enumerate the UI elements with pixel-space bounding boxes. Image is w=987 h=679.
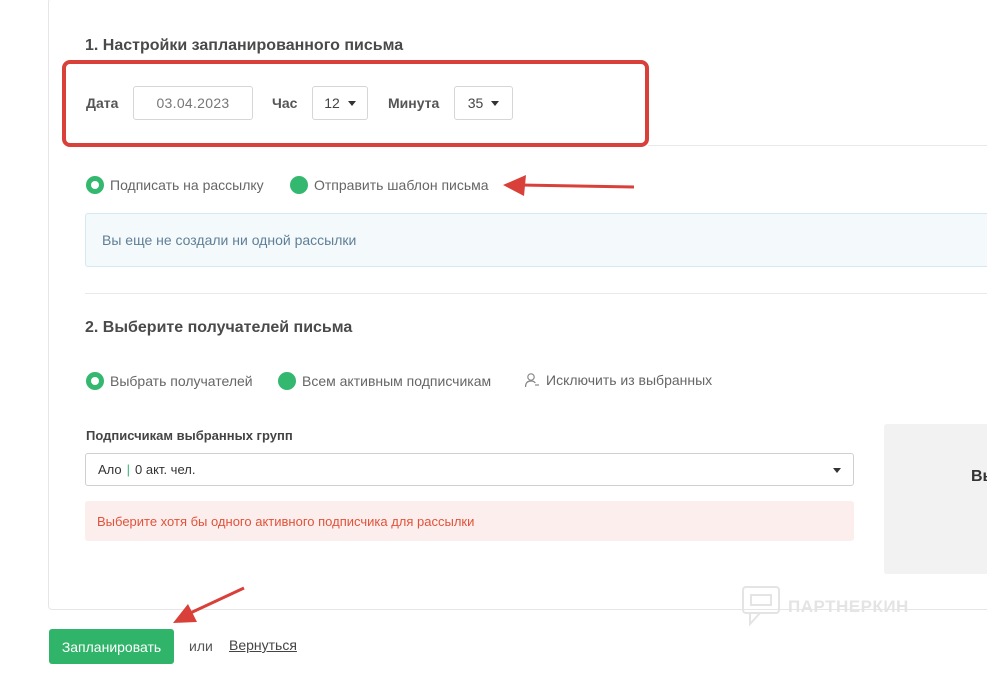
schedule-button[interactable]: Запланировать bbox=[49, 629, 174, 664]
groups-label: Подписчикам выбранных групп bbox=[86, 428, 293, 443]
exclude-selected-label: Исключить из выбранных bbox=[546, 372, 713, 388]
radio-subscribe-label: Подписать на рассылку bbox=[110, 177, 264, 193]
watermark-text: ПАРТНЕРКИН bbox=[788, 597, 909, 616]
side-panel: Вы bbox=[884, 424, 987, 574]
radio-send-template-label: Отправить шаблон письма bbox=[314, 177, 489, 193]
section-1-title: 1. Настройки запланированного письма bbox=[85, 37, 404, 54]
no-mailings-info: Вы еще не создали ни одной рассылки bbox=[85, 213, 987, 267]
info-message: Вы еще не создали ни одной рассылки bbox=[102, 232, 357, 248]
radio-unchecked-icon bbox=[278, 372, 296, 390]
radio-checked-icon bbox=[86, 372, 104, 390]
person-exclude-icon bbox=[524, 373, 539, 388]
group-name: Ало bbox=[98, 462, 122, 477]
groups-select[interactable]: Ало | 0 акт. чел. bbox=[85, 453, 854, 486]
radio-checked-icon bbox=[86, 176, 104, 194]
radio-unchecked-icon bbox=[290, 176, 308, 194]
radio-subscribe[interactable]: Подписать на рассылку bbox=[86, 176, 264, 194]
section-2-title: 2. Выберите получателей письма bbox=[85, 319, 353, 336]
recipients-error: Выберите хотя бы одного активного подпис… bbox=[85, 501, 854, 541]
side-panel-text: Вы bbox=[971, 468, 987, 485]
radio-select-recipients[interactable]: Выбрать получателей bbox=[86, 372, 253, 390]
radio-send-template[interactable]: Отправить шаблон письма bbox=[290, 176, 489, 194]
back-link[interactable]: Вернуться bbox=[229, 637, 297, 653]
group-separator: | bbox=[126, 462, 131, 477]
exclude-selected-link[interactable]: Исключить из выбранных bbox=[524, 372, 712, 388]
annotation-highlight-box bbox=[62, 60, 649, 147]
radio-all-active-label: Всем активным подписчикам bbox=[302, 373, 492, 389]
divider bbox=[85, 293, 987, 294]
or-text: или bbox=[189, 638, 213, 654]
group-count: 0 акт. чел. bbox=[135, 462, 196, 477]
watermark-logo-icon bbox=[742, 586, 780, 627]
watermark: ПАРТНЕРКИН bbox=[742, 586, 909, 628]
radio-select-recipients-label: Выбрать получателей bbox=[110, 373, 253, 389]
radio-all-active[interactable]: Всем активным подписчикам bbox=[278, 372, 491, 390]
caret-down-icon bbox=[833, 468, 841, 473]
divider bbox=[648, 145, 987, 146]
error-message: Выберите хотя бы одного активного подпис… bbox=[97, 513, 475, 529]
